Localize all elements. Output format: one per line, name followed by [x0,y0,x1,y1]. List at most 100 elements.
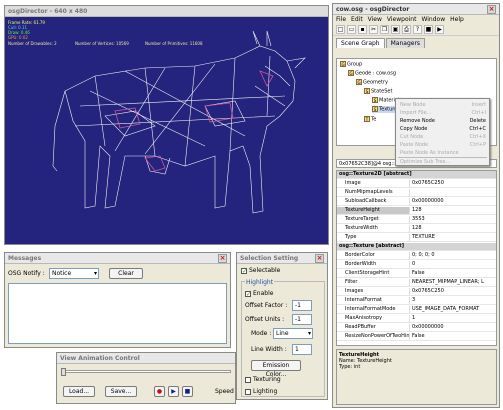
property-row[interactable]: Filter NEAREST_MIPMAP_LINEAR; L [337,279,496,287]
property-row[interactable]: TextureWidth 128 [337,225,496,233]
play-icon[interactable]: ▶ [168,386,179,397]
property-row[interactable]: ResizeNonPowerOfTwoHint False [337,333,496,341]
tab-scene-graph[interactable]: Scene Graph [336,38,385,48]
selection-setting-window[interactable]: Selection Setting × ✓ Selectable Highligh… [236,252,328,400]
texturing-checkbox[interactable]: Texturing [245,376,281,383]
property-row[interactable]: SubloadCallback 0x00000000 [337,198,496,206]
context-menu-label: Optimize Sub Tree... [400,159,451,165]
property-grid[interactable]: osg::Texture2D [abstract] Image 0x0765C250… [336,170,497,346]
messages-log[interactable] [8,283,227,344]
lighting-checkbox[interactable]: Lighting [245,388,277,395]
tree-node-stateset[interactable]: S StateSet [364,88,392,95]
line-width-label: Line Width : [251,346,287,353]
load-button[interactable]: Load... [63,386,95,397]
context-menu-item[interactable]: Cut Node Ctrl+X [400,134,486,140]
property-value[interactable]: 0 [409,261,496,268]
property-row[interactable]: BorderColor 0; 0; 0; 0 [337,252,496,260]
property-row[interactable]: TextureHeight 128 [337,207,496,215]
messages-window[interactable]: Messages × OSG Notify : Notice ▾ Clear [4,252,231,348]
property-value[interactable]: USE_IMAGE_DATA_FORMAT [409,306,496,313]
property-value[interactable]: 0x00000000 [409,324,496,331]
context-menu-item[interactable]: Import File... Ctrl+I [400,110,486,116]
property-value[interactable]: 0x00000000 [409,198,496,205]
menu-edit[interactable]: Edit [351,16,363,23]
selectable-checkbox[interactable]: ✓ Selectable [241,267,280,274]
property-row[interactable]: Image 0x0765C250 [337,180,496,188]
timeline-slider[interactable] [61,368,231,376]
close-icon[interactable]: × [487,4,496,14]
toolbar: □ ▭ ▪ ✂ ❐ ▣ ⎙ ? ■ ▶ [333,24,499,36]
open-folder-icon[interactable]: ▭ [347,25,356,34]
property-row[interactable]: NumMipmapLevels [337,189,496,197]
property-value[interactable]: False [409,270,496,277]
print-icon[interactable]: ⎙ [402,25,411,34]
copy-icon[interactable]: ❐ [380,25,389,34]
new-file-icon[interactable]: □ [336,25,345,34]
property-value[interactable]: 0x0765C250 [409,288,496,295]
tree-node-te[interactable]: T Te [364,116,376,123]
context-menu-item[interactable]: New Node Insert [400,102,486,108]
tree-node-geometry[interactable]: G Geometry [356,79,388,86]
emission-color-button[interactable]: Emission Color... [251,360,301,378]
property-value[interactable]: 1 [409,315,496,322]
property-value[interactable]: 3553 [409,216,496,223]
property-row[interactable]: BorderWidth 0 [337,261,496,269]
context-menu-item[interactable]: Paste Node As Instance [400,150,486,156]
property-value[interactable]: 128 [409,207,496,214]
cow-wireframe[interactable] [5,6,330,246]
tree-node-geode[interactable]: G Geode : cow.osg [348,70,396,77]
help-icon[interactable]: ? [413,25,422,34]
cut-icon[interactable]: ✂ [369,25,378,34]
save-icon[interactable]: ▪ [358,25,367,34]
close-icon[interactable]: × [218,253,227,263]
property-value[interactable]: False [409,333,496,340]
context-menu-label: New Node [400,102,426,108]
menu-viewpoint[interactable]: Viewpoint [387,16,417,23]
selection-title: Selection Setting [240,254,299,262]
viewport-window[interactable]: osgDirector - 640 x 480 Frame Rate: 61.7… [4,5,329,245]
property-row[interactable]: Images 0x0765C250 [337,288,496,296]
property-row[interactable]: MaxAnisotropy 1 [337,315,496,323]
notify-level-select[interactable]: Notice ▾ [49,268,99,279]
property-row[interactable]: ClientStorageHint False [337,270,496,278]
property-row[interactable]: TextureTarget 3553 [337,216,496,224]
clear-button[interactable]: Clear [109,268,143,279]
property-row[interactable]: Type TEXTURE [337,234,496,242]
property-value[interactable]: 0; 0; 0; 0 [409,252,496,259]
slider-handle[interactable] [61,368,66,376]
property-value[interactable]: 128 [409,225,496,232]
menu-file[interactable]: File [336,16,346,23]
property-value[interactable]: 0x0765C250 [409,180,496,187]
line-width-input[interactable]: 1 [292,344,312,355]
context-menu-shortcut: Insert [471,102,486,108]
property-value[interactable] [409,189,496,196]
context-menu-item[interactable]: Copy Node Ctrl+C [400,126,486,132]
property-value[interactable]: 3 [409,297,496,304]
mode-select[interactable]: Line ▾ [273,328,313,339]
menu-help[interactable]: Help [450,16,464,23]
context-menu-item[interactable]: Remove Node Delete [400,118,486,124]
tab-managers[interactable]: Managers [385,38,426,48]
offset-factor-input[interactable]: -1 [292,300,312,311]
animation-control-window[interactable]: View Animation Control Load... Save... ●… [56,352,236,404]
play-icon[interactable]: ▶ [435,25,444,34]
offset-units-input[interactable]: -1 [292,314,312,325]
record-icon[interactable]: ● [154,386,165,397]
context-menu-item[interactable]: Paste Node Ctrl+P [400,142,486,148]
property-row[interactable]: InternalFormat 3 [337,297,496,305]
property-row[interactable]: ReadPBuffer 0x00000000 [337,324,496,332]
save-button[interactable]: Save... [105,386,137,397]
property-value[interactable]: NEAREST_MIPMAP_LINEAR; L [409,279,496,286]
tree-node-group[interactable]: G Group [340,61,362,68]
context-menu-item[interactable]: Optimize Sub Tree... [400,159,486,165]
stop-icon[interactable]: ■ [424,25,433,34]
property-row[interactable]: InternalFormatMode USE_IMAGE_DATA_FORMAT [337,306,496,314]
property-value[interactable]: TEXTURE [409,234,496,241]
close-icon[interactable]: × [315,253,324,263]
menu-window[interactable]: Window [421,16,445,23]
menu-view[interactable]: View [368,16,382,23]
enable-checkbox[interactable]: ✓ Enable [245,290,273,297]
paste-icon[interactable]: ▣ [391,25,400,34]
osgdirector-window[interactable]: cow.osg - osgDirector × File Edit View V… [332,3,500,408]
stop-icon[interactable]: ■ [182,386,193,397]
